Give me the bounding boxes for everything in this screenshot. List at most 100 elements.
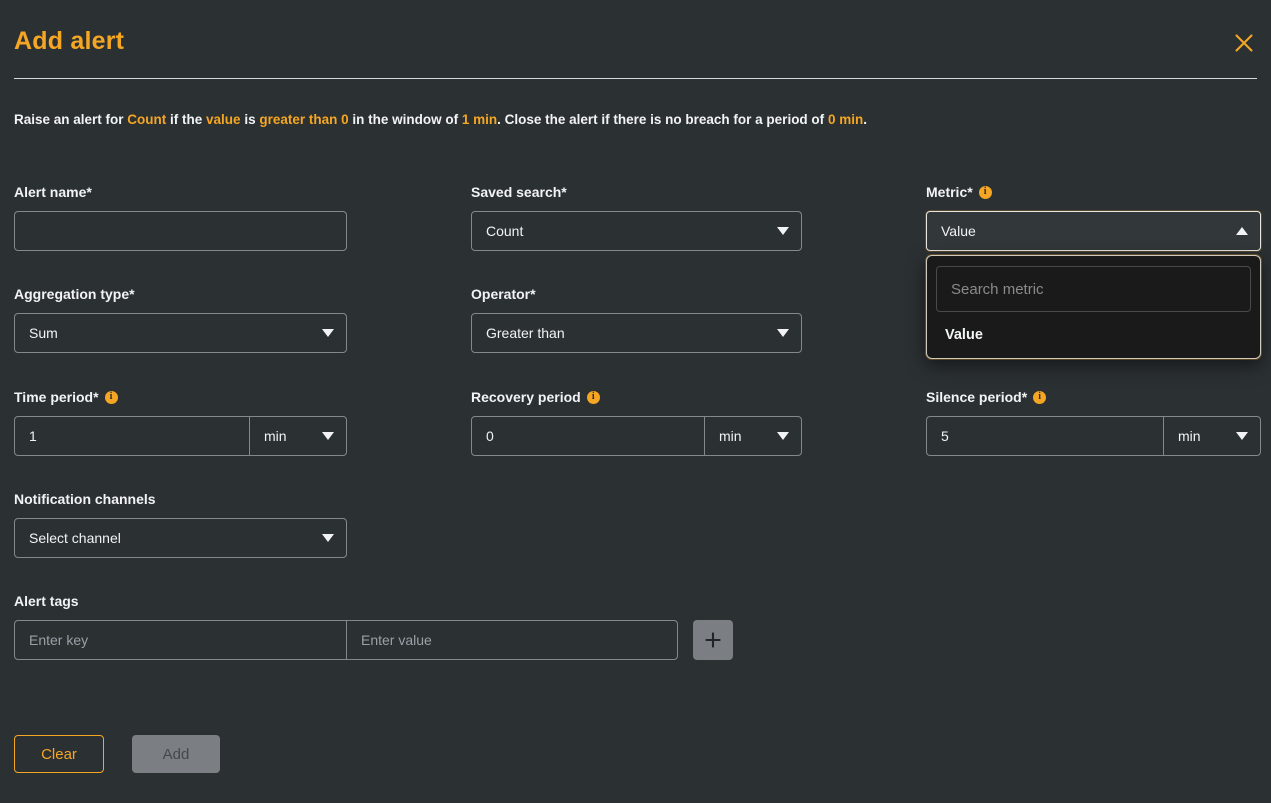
time-period-label-text: Time period* bbox=[14, 389, 99, 405]
silence-period-input[interactable]: 5 bbox=[927, 417, 1164, 455]
recovery-period-label: Recovery period bbox=[471, 388, 802, 406]
chevron-down-icon bbox=[1236, 432, 1248, 440]
metric-option-label: Value bbox=[945, 327, 983, 343]
operator-select[interactable]: Greater than bbox=[471, 313, 802, 353]
summary-part-6: . bbox=[863, 112, 867, 127]
metric-search-input[interactable]: Search metric bbox=[936, 266, 1251, 312]
silence-period-label: Silence period* bbox=[926, 388, 1261, 406]
info-icon[interactable] bbox=[1033, 390, 1047, 404]
time-period-unit-value: min bbox=[264, 428, 287, 444]
field-recovery-period: Recovery period 0 min bbox=[471, 388, 802, 456]
header-divider bbox=[14, 78, 1257, 79]
field-silence-period: Silence period* 5 min bbox=[926, 388, 1261, 456]
metric-label: Metric* bbox=[926, 183, 1261, 201]
add-tag-button[interactable] bbox=[693, 620, 733, 660]
saved-search-label: Saved search* bbox=[471, 183, 802, 201]
tag-key-placeholder: Enter key bbox=[29, 632, 89, 648]
field-aggregation-type: Aggregation type* Sum bbox=[14, 285, 347, 353]
modal-footer: Clear Add bbox=[14, 735, 220, 773]
alert-name-input[interactable] bbox=[14, 211, 347, 251]
chevron-down-icon bbox=[777, 227, 789, 235]
plus-icon bbox=[705, 632, 721, 648]
summary-part-2: if the bbox=[166, 112, 207, 127]
time-period-value: 1 bbox=[29, 428, 37, 444]
saved-search-value: Count bbox=[486, 223, 524, 239]
alert-tags-row: Enter key Enter value bbox=[14, 620, 733, 660]
recovery-period-unit-select[interactable]: min bbox=[705, 417, 801, 455]
recovery-period-value: 0 bbox=[486, 428, 494, 444]
field-notification-channels: Notification channels Select channel bbox=[14, 490, 347, 558]
time-period-group: 1 min bbox=[14, 416, 347, 456]
summary-part-1: Raise an alert for bbox=[14, 112, 128, 127]
aggregation-type-label-text: Aggregation type* bbox=[14, 286, 135, 302]
metric-search-placeholder: Search metric bbox=[951, 280, 1044, 298]
silence-period-label-text: Silence period* bbox=[926, 389, 1028, 405]
info-icon[interactable] bbox=[586, 390, 600, 404]
field-operator: Operator* Greater than bbox=[471, 285, 802, 353]
notification-channels-select[interactable]: Select channel bbox=[14, 518, 347, 558]
recovery-period-label-text: Recovery period bbox=[471, 389, 581, 405]
aggregation-type-value: Sum bbox=[29, 325, 58, 341]
silence-period-unit-select[interactable]: min bbox=[1164, 417, 1260, 455]
tag-key-input[interactable]: Enter key bbox=[15, 621, 347, 659]
recovery-period-group: 0 min bbox=[471, 416, 802, 456]
metric-option-value[interactable]: Value bbox=[936, 312, 1251, 358]
aggregation-type-label: Aggregation type* bbox=[14, 285, 347, 303]
clear-button[interactable]: Clear bbox=[14, 735, 104, 773]
modal-header: Add alert bbox=[0, 0, 1271, 79]
silence-period-group: 5 min bbox=[926, 416, 1261, 456]
summary-recovery-period: 0 min bbox=[827, 112, 864, 127]
chevron-down-icon bbox=[322, 329, 334, 337]
summary-saved-search: Count bbox=[127, 112, 167, 127]
notification-channels-label-text: Notification channels bbox=[14, 491, 156, 507]
alert-tags-inputs: Enter key Enter value bbox=[14, 620, 678, 660]
alert-summary-text: Raise an alert for Count if the value is… bbox=[14, 110, 867, 130]
field-alert-name: Alert name* bbox=[14, 183, 347, 251]
summary-time-period: 1 min bbox=[461, 112, 498, 127]
notification-channels-label: Notification channels bbox=[14, 490, 347, 508]
operator-label: Operator* bbox=[471, 285, 802, 303]
add-alert-modal: Add alert Raise an alert for Count if th… bbox=[0, 0, 1271, 803]
operator-value: Greater than bbox=[486, 325, 565, 341]
close-button[interactable] bbox=[1229, 28, 1259, 58]
chevron-down-icon bbox=[777, 432, 789, 440]
alert-tags-label: Alert tags bbox=[14, 592, 733, 610]
notification-channels-value: Select channel bbox=[29, 530, 121, 546]
summary-part-4: in the window of bbox=[348, 112, 462, 127]
silence-period-unit-value: min bbox=[1178, 428, 1201, 444]
summary-part-3: is bbox=[240, 112, 260, 127]
tag-value-placeholder: Enter value bbox=[361, 632, 432, 648]
chevron-up-icon bbox=[1236, 227, 1248, 235]
silence-period-value: 5 bbox=[941, 428, 949, 444]
page-title: Add alert bbox=[14, 27, 125, 55]
time-period-input[interactable]: 1 bbox=[15, 417, 250, 455]
saved-search-select[interactable]: Count bbox=[471, 211, 802, 251]
summary-metric: value bbox=[206, 112, 241, 127]
info-icon[interactable] bbox=[104, 390, 118, 404]
close-icon bbox=[1235, 34, 1253, 52]
summary-part-5: . Close the alert if there is no breach … bbox=[497, 112, 828, 127]
field-saved-search: Saved search* Count bbox=[471, 183, 802, 251]
chevron-down-icon bbox=[322, 432, 334, 440]
recovery-period-input[interactable]: 0 bbox=[472, 417, 705, 455]
metric-dropdown-panel: Search metric Value bbox=[926, 255, 1261, 359]
field-alert-tags: Alert tags Enter key Enter value bbox=[14, 592, 733, 660]
metric-label-text: Metric* bbox=[926, 184, 973, 200]
time-period-label: Time period* bbox=[14, 388, 347, 406]
metric-select[interactable]: Value bbox=[926, 211, 1261, 251]
alert-tags-label-text: Alert tags bbox=[14, 593, 79, 609]
saved-search-label-text: Saved search* bbox=[471, 184, 567, 200]
field-time-period: Time period* 1 min bbox=[14, 388, 347, 456]
add-button[interactable]: Add bbox=[132, 735, 220, 773]
operator-label-text: Operator* bbox=[471, 286, 536, 302]
tag-value-input[interactable]: Enter value bbox=[347, 621, 677, 659]
alert-name-label: Alert name* bbox=[14, 183, 347, 201]
recovery-period-unit-value: min bbox=[719, 428, 742, 444]
info-icon[interactable] bbox=[978, 185, 992, 199]
field-metric: Metric* Value Search metric Value bbox=[926, 183, 1261, 359]
metric-value: Value bbox=[941, 223, 976, 239]
time-period-unit-select[interactable]: min bbox=[250, 417, 346, 455]
alert-name-label-text: Alert name* bbox=[14, 184, 92, 200]
chevron-down-icon bbox=[322, 534, 334, 542]
aggregation-type-select[interactable]: Sum bbox=[14, 313, 347, 353]
